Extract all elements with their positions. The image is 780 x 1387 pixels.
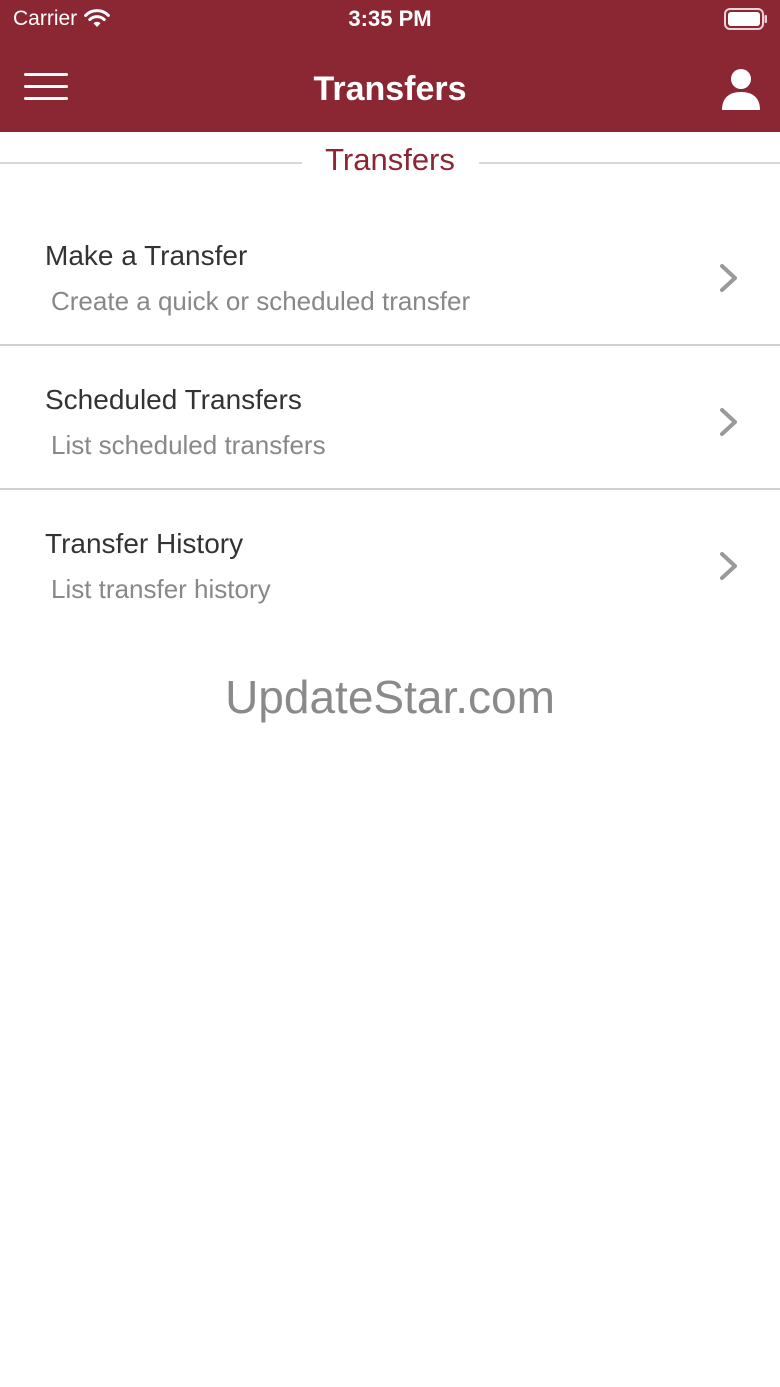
transfer-history-item[interactable]: Transfer History List transfer history	[0, 490, 780, 632]
item-subtitle: List scheduled transfers	[51, 430, 326, 460]
battery-icon	[724, 8, 767, 30]
transfers-menu-list: Make a Transfer Create a quick or schedu…	[0, 202, 780, 632]
scheduled-transfers-item[interactable]: Scheduled Transfers List scheduled trans…	[0, 346, 780, 490]
chevron-right-icon	[720, 264, 737, 292]
user-profile-icon[interactable]	[720, 68, 762, 112]
watermark-text: UpdateStar.com	[225, 671, 555, 723]
chevron-right-icon	[720, 408, 737, 436]
item-title: Scheduled Transfers	[45, 384, 302, 415]
section-heading: Transfers	[0, 132, 780, 192]
chevron-right-icon	[720, 552, 737, 580]
transfers-screen: Carrier 3:35 PM Transfers Transfers Make…	[0, 0, 780, 1387]
page-title: Transfers	[313, 70, 467, 108]
navigation-bar: Transfers	[0, 40, 780, 132]
item-subtitle: List transfer history	[51, 574, 271, 604]
status-bar: Carrier 3:35 PM	[0, 0, 780, 40]
app-header: Carrier 3:35 PM Transfers	[0, 0, 780, 132]
section-title: Transfers	[325, 142, 455, 177]
status-time: 3:35 PM	[348, 6, 432, 31]
item-subtitle: Create a quick or scheduled transfer	[51, 286, 471, 316]
item-title: Transfer History	[45, 528, 244, 559]
item-title: Make a Transfer	[45, 240, 248, 271]
make-transfer-item[interactable]: Make a Transfer Create a quick or schedu…	[0, 202, 780, 346]
divider-right	[479, 162, 780, 164]
